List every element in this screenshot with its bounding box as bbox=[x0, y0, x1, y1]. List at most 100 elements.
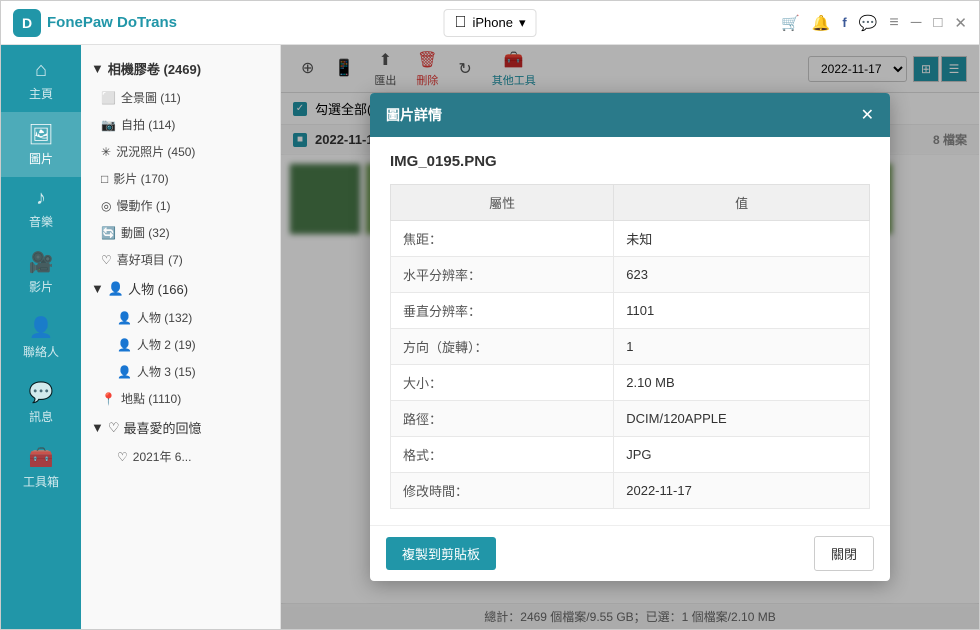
file-tree: ▼ 相機膠卷 (2469) ⬜ 全景圖 (11) 📷 自拍 (114) ✳ 況況… bbox=[81, 45, 281, 629]
tree-people-header[interactable]: ▼ 👤 人物 (166) bbox=[81, 273, 280, 304]
table-row-val-0: 未知 bbox=[614, 221, 870, 257]
table-row-prop-6: 格式： bbox=[391, 437, 614, 473]
minimize-button[interactable]: ─ bbox=[911, 14, 922, 31]
tree-root-header[interactable]: ▼ 相機膠卷 (2469) bbox=[81, 53, 280, 84]
places-icon: 📍 bbox=[101, 392, 116, 406]
panorama-icon: ⬜ bbox=[101, 91, 116, 105]
tree-item-memories-sub[interactable]: ♡ 2021年 6... bbox=[81, 443, 280, 470]
slowmo-icon: ◎ bbox=[101, 199, 111, 213]
sidebar-item-photos-label: 圖片 bbox=[29, 150, 53, 167]
tree-item-animation-label: 動圖 (32) bbox=[121, 224, 170, 241]
modal-header: 圖片詳情 ✕ bbox=[370, 93, 890, 137]
copy-button[interactable]: 複製到剪貼板 bbox=[386, 537, 496, 570]
menu-icon[interactable]: ≡ bbox=[889, 14, 898, 32]
app-name: FonePaw DoTrans bbox=[47, 14, 177, 31]
sidebar-item-videos-label: 影片 bbox=[29, 278, 53, 295]
sidebar-item-photos[interactable]: 🖼 圖片 bbox=[1, 112, 81, 177]
memories-sub-icon: ♡ bbox=[117, 450, 128, 464]
device-name: iPhone bbox=[472, 15, 512, 30]
sidebar-item-music[interactable]: ♪ 音樂 bbox=[1, 177, 81, 240]
tree-item-people3[interactable]: 👤 人物 3 (15) bbox=[81, 358, 280, 385]
modal-overlay: 圖片詳情 ✕ IMG_0195.PNG 屬性 值 bbox=[281, 45, 979, 629]
table-row: 格式：JPG bbox=[391, 437, 870, 473]
table-row: 水平分辨率：623 bbox=[391, 257, 870, 293]
main-layout: ⌂ 主頁 🖼 圖片 ♪ 音樂 🎥 影片 👤 聯絡人 💬 訊息 bbox=[1, 45, 979, 629]
sidebar-item-videos[interactable]: 🎥 影片 bbox=[1, 240, 81, 305]
tree-item-places[interactable]: 📍 地點 (1110) bbox=[81, 385, 280, 412]
tree-item-people2-label: 人物 2 (19) bbox=[137, 336, 196, 353]
modal-footer: 複製到剪貼板 關閉 bbox=[370, 525, 890, 581]
dropdown-arrow: ▾ bbox=[519, 15, 526, 31]
device-selector[interactable]:  iPhone ▾ bbox=[443, 9, 536, 37]
tree-item-places-label: 地點 (1110) bbox=[121, 390, 181, 407]
sidebar-item-home[interactable]: ⌂ 主頁 bbox=[1, 49, 81, 112]
tree-item-panorama[interactable]: ⬜ 全景圖 (11) bbox=[81, 84, 280, 111]
modal-close-btn[interactable]: 關閉 bbox=[814, 536, 874, 571]
table-row: 焦距：未知 bbox=[391, 221, 870, 257]
chat-icon[interactable]: 💬 bbox=[859, 14, 878, 32]
table-row-val-6: JPG bbox=[614, 437, 870, 473]
sidebar-item-toolbox[interactable]: 🧰 工具箱 bbox=[1, 435, 81, 500]
tree-item-video[interactable]: □ 影片 (170) bbox=[81, 165, 280, 192]
tree-item-favorites-label: 喜好項目 (7) bbox=[117, 251, 183, 268]
tree-item-video-label: 影片 (170) bbox=[113, 170, 168, 187]
title-bar: D FonePaw DoTrans  iPhone ▾ 🛒 🔔 f 💬 ≡ ─… bbox=[1, 1, 979, 45]
tree-item-people2[interactable]: 👤 人物 2 (19) bbox=[81, 331, 280, 358]
contacts-icon: 👤 bbox=[29, 315, 54, 340]
apple-icon:  bbox=[454, 14, 466, 32]
live-icon: ✳ bbox=[101, 145, 111, 159]
sidebar-item-messages[interactable]: 💬 訊息 bbox=[1, 370, 81, 435]
modal-close-button[interactable]: ✕ bbox=[861, 105, 874, 125]
table-row-prop-4: 大小： bbox=[391, 365, 614, 401]
favorites-icon: ♡ bbox=[101, 253, 112, 267]
sidebar-item-contacts[interactable]: 👤 聯絡人 bbox=[1, 305, 81, 370]
animation-icon: 🔄 bbox=[101, 226, 116, 240]
people-icon: 👤 bbox=[108, 281, 124, 297]
tree-people-label: 人物 (166) bbox=[128, 279, 188, 298]
tree-item-favorites[interactable]: ♡ 喜好項目 (7) bbox=[81, 246, 280, 273]
selfie-icon: 📷 bbox=[101, 118, 116, 132]
messages-icon: 💬 bbox=[29, 380, 54, 405]
image-detail-modal: 圖片詳情 ✕ IMG_0195.PNG 屬性 值 bbox=[370, 93, 890, 581]
bell-icon[interactable]: 🔔 bbox=[812, 14, 831, 32]
toolbox-icon: 🧰 bbox=[29, 445, 54, 470]
tree-collapse-icon: ▼ bbox=[91, 61, 104, 76]
sidebar-item-contacts-label: 聯絡人 bbox=[23, 343, 59, 360]
table-row-val-1: 623 bbox=[614, 257, 870, 293]
facebook-icon[interactable]: f bbox=[842, 15, 846, 30]
cart-icon[interactable]: 🛒 bbox=[781, 14, 800, 32]
table-row-prop-3: 方向（旋轉）： bbox=[391, 329, 614, 365]
music-icon: ♪ bbox=[36, 187, 46, 210]
table-row-prop-5: 路徑： bbox=[391, 401, 614, 437]
sidebar: ⌂ 主頁 🖼 圖片 ♪ 音樂 🎥 影片 👤 聯絡人 💬 訊息 bbox=[1, 45, 81, 629]
tree-item-selfie-label: 自拍 (114) bbox=[121, 116, 175, 133]
tree-item-selfie[interactable]: 📷 自拍 (114) bbox=[81, 111, 280, 138]
maximize-button[interactable]: □ bbox=[933, 14, 942, 31]
tree-item-slowmo[interactable]: ◎ 慢動作 (1) bbox=[81, 192, 280, 219]
sidebar-item-music-label: 音樂 bbox=[29, 213, 53, 230]
sidebar-item-home-label: 主頁 bbox=[29, 85, 53, 102]
table-row-prop-7: 修改時間： bbox=[391, 473, 614, 509]
table-row-prop-0: 焦距： bbox=[391, 221, 614, 257]
modal-title: 圖片詳情 bbox=[386, 105, 442, 125]
people3-icon: 👤 bbox=[117, 365, 132, 379]
info-table: 屬性 值 焦距：未知水平分辨率：623垂直分辨率：1101方向（旋轉）：1大小：… bbox=[390, 184, 870, 509]
tree-item-panorama-label: 全景圖 (11) bbox=[121, 89, 181, 106]
table-row-val-4: 2.10 MB bbox=[614, 365, 870, 401]
people2-icon: 👤 bbox=[117, 338, 132, 352]
col-value: 值 bbox=[614, 185, 870, 221]
table-row: 大小：2.10 MB bbox=[391, 365, 870, 401]
tree-item-slowmo-label: 慢動作 (1) bbox=[116, 197, 170, 214]
app-window: D FonePaw DoTrans  iPhone ▾ 🛒 🔔 f 💬 ≡ ─… bbox=[0, 0, 980, 630]
table-row-val-3: 1 bbox=[614, 329, 870, 365]
sidebar-item-messages-label: 訊息 bbox=[29, 408, 53, 425]
modal-filename: IMG_0195.PNG bbox=[390, 153, 870, 170]
tree-memories-header[interactable]: ▼ ♡ 最喜愛的回憶 bbox=[81, 412, 280, 443]
tree-item-live[interactable]: ✳ 況況照片 (450) bbox=[81, 138, 280, 165]
tree-item-animation[interactable]: 🔄 動圖 (32) bbox=[81, 219, 280, 246]
content-area: ⊕ 📱 ⬆ 匯出 🗑 刪除 ↻ bbox=[281, 45, 979, 629]
tree-item-memories-sub-label: 2021年 6... bbox=[133, 448, 192, 465]
tree-item-people1[interactable]: 👤 人物 (132) bbox=[81, 304, 280, 331]
tree-root-label: 相機膠卷 (2469) bbox=[108, 59, 201, 78]
close-button[interactable]: ✕ bbox=[954, 14, 967, 32]
